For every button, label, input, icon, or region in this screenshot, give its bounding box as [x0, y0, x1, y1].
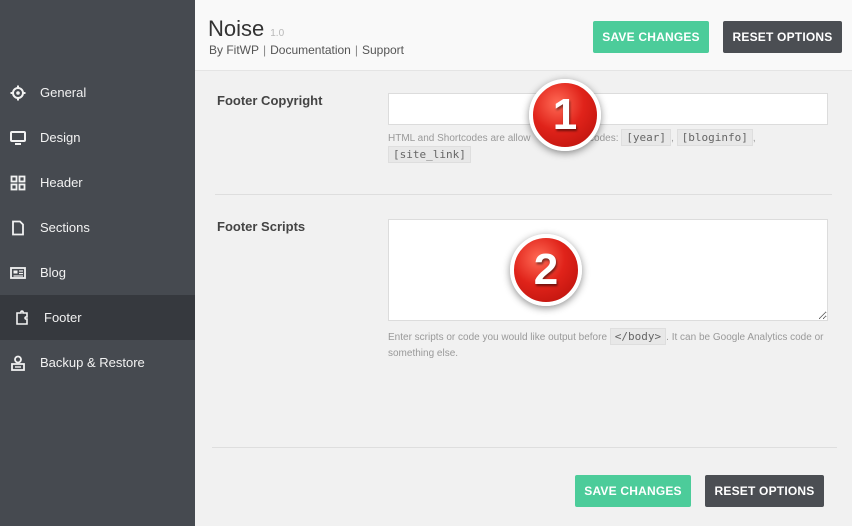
- help-comma: ,: [671, 133, 674, 144]
- sidebar: General Design Header Sections Blog Foot…: [0, 0, 195, 526]
- monitor-icon: [10, 130, 26, 146]
- app-meta: By FitWP | Documentation | Support: [209, 43, 404, 57]
- newspaper-icon: [10, 265, 26, 281]
- sidebar-item-backup-restore[interactable]: Backup & Restore: [0, 340, 195, 385]
- sidebar-item-header[interactable]: Header: [0, 160, 195, 205]
- backup-icon: [10, 355, 26, 371]
- sidebar-nav: General Design Header Sections Blog Foot…: [0, 70, 195, 385]
- document-icon: [10, 220, 26, 236]
- sidebar-item-label: Backup & Restore: [40, 355, 145, 370]
- footer-divider: [212, 447, 837, 448]
- help-comma: ,: [752, 133, 756, 144]
- footer-scripts-label: Footer Scripts: [217, 219, 306, 234]
- app-title: Noise 1.0: [208, 16, 284, 42]
- reset-options-button-top[interactable]: RESET OPTIONS: [723, 21, 842, 53]
- footer-copyright-input[interactable]: [388, 93, 828, 125]
- sidebar-item-label: General: [40, 85, 87, 100]
- sidebar-item-label: Header: [40, 175, 83, 190]
- footer-puzzle-icon: [14, 309, 30, 326]
- shortcode-site-link: [site_link]: [388, 146, 471, 163]
- footer-scripts-textarea[interactable]: [388, 219, 828, 321]
- annotation-badge-1: 1: [529, 79, 601, 151]
- support-link[interactable]: Support: [362, 43, 404, 57]
- sidebar-item-label: Blog: [40, 265, 67, 280]
- footer-copyright-label: Footer Copyright: [217, 93, 323, 108]
- sidebar-item-blog[interactable]: Blog: [0, 250, 195, 295]
- gear-icon: [10, 85, 26, 101]
- page-header: Noise 1.0 By FitWP | Documentation | Support …: [195, 0, 852, 71]
- grid-icon: [10, 175, 26, 191]
- save-changes-button-top[interactable]: SAVE CHANGES: [593, 21, 709, 53]
- shortcode-year: [year]: [621, 129, 672, 146]
- sidebar-item-sections[interactable]: Sections: [0, 205, 195, 250]
- footer-scripts-help: Enter scripts or code you would like out…: [388, 328, 828, 362]
- annotation-badge-2: 2: [510, 234, 582, 306]
- help-text: Enter scripts or code you would like out…: [388, 332, 608, 343]
- sidebar-item-label: Footer: [44, 310, 82, 325]
- sidebar-item-general[interactable]: General: [0, 70, 195, 115]
- app-version: 1.0: [270, 28, 285, 39]
- shortcode-bloginfo: [bloginfo]: [676, 129, 753, 146]
- sidebar-item-label: Sections: [40, 220, 90, 235]
- meta-separator: |: [354, 43, 358, 57]
- reset-options-button-bottom[interactable]: RESET OPTIONS: [705, 475, 824, 507]
- save-changes-button-bottom[interactable]: SAVE CHANGES: [575, 475, 691, 507]
- sidebar-item-label: Design: [40, 130, 81, 145]
- author-credit: By FitWP: [209, 43, 259, 57]
- documentation-link[interactable]: Documentation: [270, 43, 351, 57]
- help-text: HTML and Shortcodes are allow: [388, 133, 531, 144]
- section-divider: [215, 194, 832, 195]
- footer-copyright-help: HTML and Shortcodes are allowe shortcode…: [388, 129, 828, 164]
- sidebar-item-footer[interactable]: Footer: [0, 295, 195, 340]
- sidebar-item-design[interactable]: Design: [0, 115, 195, 160]
- body-tag-code: </body>: [609, 328, 667, 345]
- app-name: Noise: [208, 16, 265, 41]
- meta-separator: |: [263, 43, 267, 57]
